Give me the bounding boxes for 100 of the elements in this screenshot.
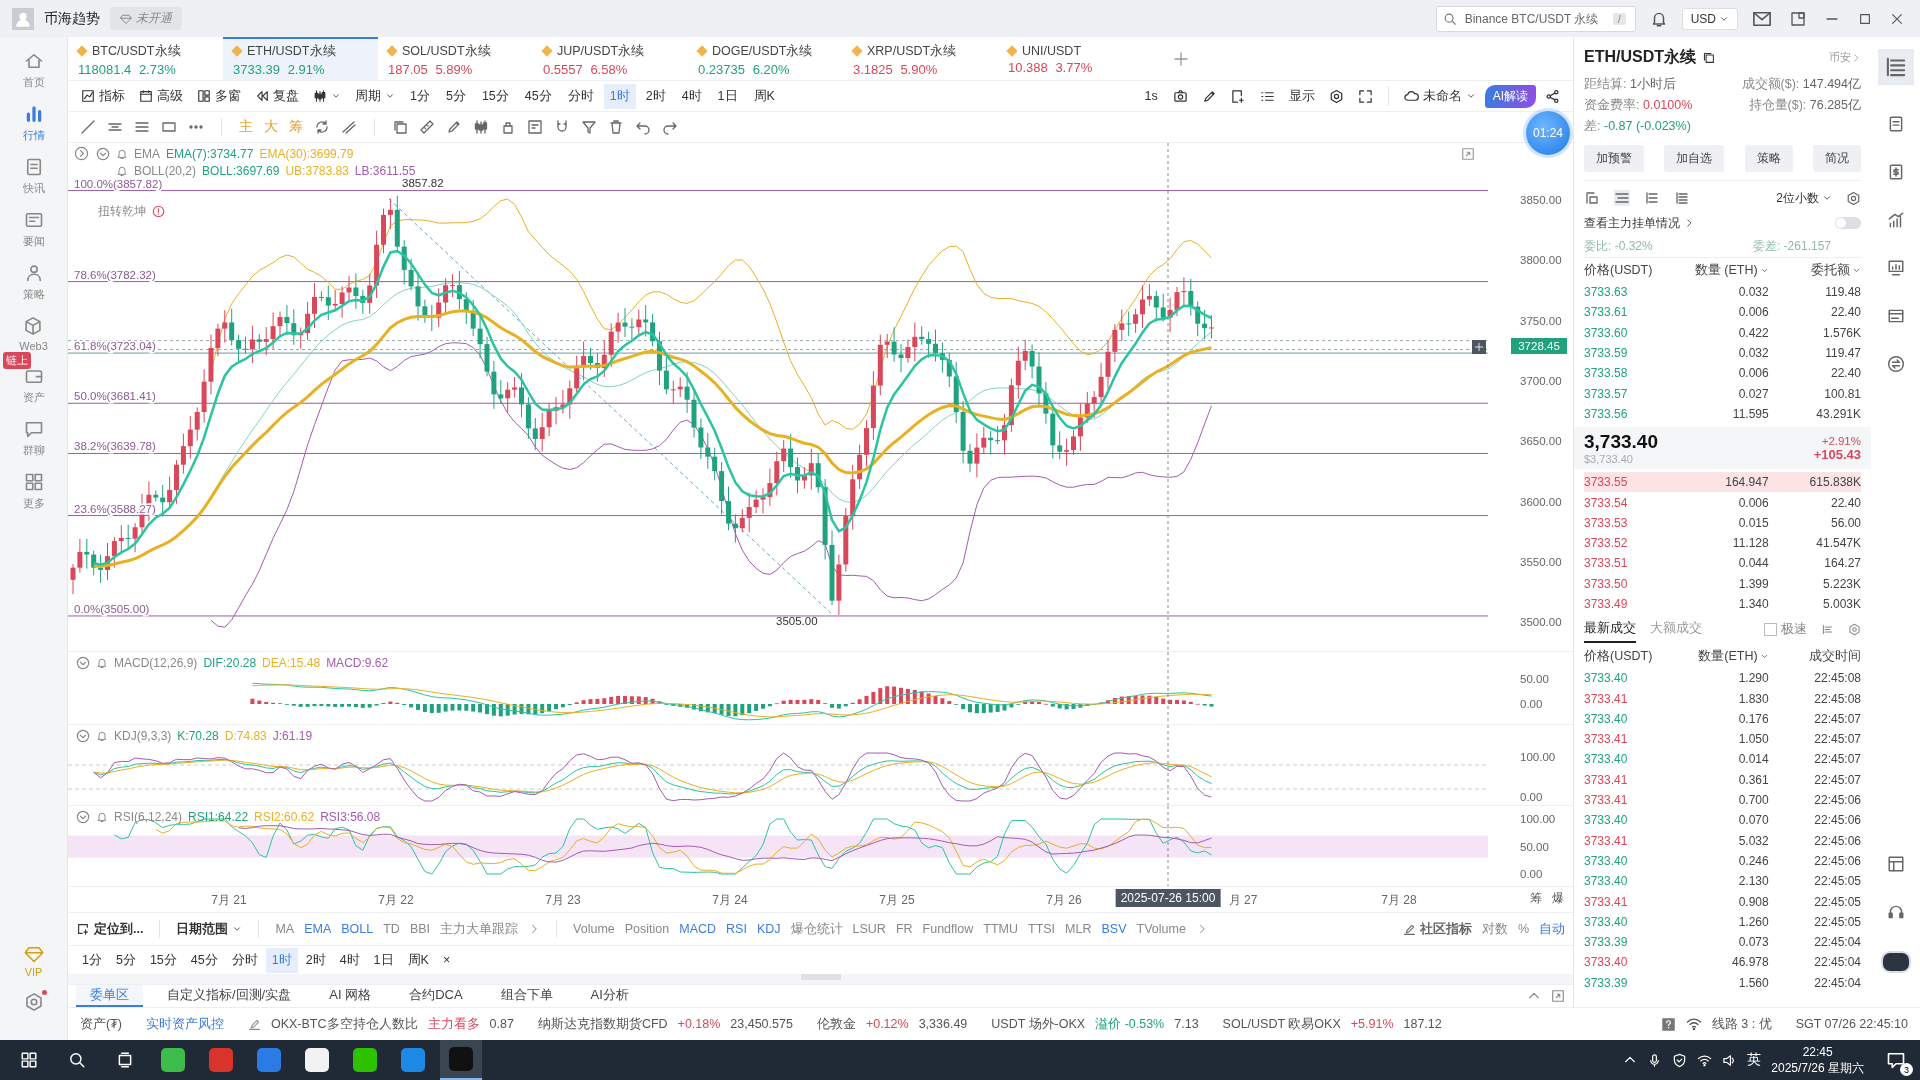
locate-button[interactable]: 定位到... xyxy=(76,920,144,938)
period-tab[interactable]: 周K xyxy=(747,83,781,109)
sub-indicator-toggle[interactable]: MACD xyxy=(679,922,717,936)
period-tab[interactable]: 2时 xyxy=(299,947,332,973)
period-tab[interactable]: 1分 xyxy=(76,947,108,973)
bid-row[interactable]: 3733.52 11.128 41.547K xyxy=(1584,532,1861,554)
action-button[interactable]: 简况 xyxy=(1813,145,1861,172)
strategy-label[interactable]: 扭转乾坤 xyxy=(98,203,146,220)
axis-tool[interactable]: 筹 xyxy=(1530,890,1542,907)
period-tab[interactable]: 45分 xyxy=(518,83,558,109)
sidebar-item[interactable]: 群聊 xyxy=(22,419,45,458)
trash-icon[interactable] xyxy=(608,119,624,135)
task-view-icon[interactable] xyxy=(116,1051,134,1069)
sub-indicator-toggle[interactable]: TTMU xyxy=(983,922,1018,936)
close-button[interactable]: × xyxy=(436,949,457,971)
ai-button[interactable]: AI解读 xyxy=(1484,84,1536,108)
monitor-chart-icon[interactable] xyxy=(1887,259,1905,277)
bids-view-icon[interactable] xyxy=(1644,190,1660,206)
split-view-icon[interactable] xyxy=(1584,190,1600,206)
document-icon[interactable] xyxy=(1887,115,1905,133)
period-tab[interactable]: 4时 xyxy=(675,83,708,109)
date-range-dropdown[interactable]: 日期范围 xyxy=(176,920,243,938)
sub-indicator-toggle[interactable]: TTSI xyxy=(1028,922,1056,936)
main-indicator-toggle[interactable]: BOLL xyxy=(341,922,374,936)
shield-icon[interactable] xyxy=(1672,1052,1688,1068)
sub-indicator-toggle[interactable]: FR xyxy=(895,922,913,936)
ticker-tab[interactable]: DOGE/USDT永续 0.23735 6.20% xyxy=(688,37,843,80)
sort-icon[interactable] xyxy=(1821,622,1834,636)
layout-icon[interactable] xyxy=(1887,855,1905,873)
growth-chart-icon[interactable] xyxy=(1887,211,1905,229)
lock-icon[interactable] xyxy=(500,119,516,135)
main-indicator-toggle[interactable]: EMA xyxy=(304,922,332,936)
collapse-legend-icon[interactable] xyxy=(76,810,90,824)
scale-toggle[interactable]: 自动 xyxy=(1539,920,1565,938)
sub-indicator-toggle[interactable]: KDJ xyxy=(756,922,781,936)
sub-indicator-toggle[interactable]: RSI xyxy=(726,922,747,936)
panel-tab[interactable]: 委单区 xyxy=(76,985,143,1007)
layout-dropdown[interactable]: 未命名 xyxy=(1398,84,1481,108)
sidebar-item[interactable]: 首页 xyxy=(22,51,45,90)
headset-icon[interactable] xyxy=(1887,903,1905,921)
camera-icon[interactable] xyxy=(1172,88,1188,104)
display-button[interactable]: 显示 xyxy=(1283,84,1320,108)
swap-icon[interactable] xyxy=(1887,355,1905,373)
expand-panel-icon[interactable] xyxy=(74,146,89,161)
period-tab[interactable]: 1分 xyxy=(404,83,436,109)
interval-button[interactable]: 1s xyxy=(1138,85,1164,107)
currency-dropdown[interactable]: USD xyxy=(1681,7,1738,30)
toolbar-button[interactable]: 复盘 xyxy=(250,84,304,108)
info-icon[interactable] xyxy=(152,205,165,218)
trend-line[interactable] xyxy=(388,198,834,616)
filter-icon[interactable] xyxy=(581,119,597,135)
sidebar-item[interactable]: 资产 xyxy=(22,366,45,405)
main-orders-link[interactable]: 查看主力挂单情况 xyxy=(1584,214,1680,232)
frame-plus-icon[interactable] xyxy=(1230,88,1246,104)
axis-tool[interactable]: 爆 xyxy=(1552,890,1564,907)
connection-line[interactable]: 线路 3 : 优 xyxy=(1711,1015,1772,1033)
period-tab[interactable]: 分时 xyxy=(561,83,600,109)
line-tool-icon[interactable] xyxy=(80,119,96,135)
panel-icon[interactable] xyxy=(1790,10,1806,27)
bid-row[interactable]: 3733.51 0.044 164.27 xyxy=(1584,553,1861,574)
panel-tab[interactable]: 合约DCA xyxy=(395,985,477,1007)
panel-tab[interactable]: AI 网格 xyxy=(315,985,386,1007)
period-tab[interactable]: 分时 xyxy=(225,947,264,973)
sub-indicator-toggle[interactable]: MLR xyxy=(1065,922,1092,936)
resize-handle[interactable] xyxy=(800,974,841,980)
sub-indicator-toggle[interactable]: TVolume xyxy=(1136,922,1186,936)
community-indicators-button[interactable]: 社区指标 xyxy=(1402,920,1472,938)
sub-indicator-toggle[interactable]: LSUR xyxy=(852,922,886,936)
ticker-tab[interactable]: ETH/USDT永续 3733.39 2.91% xyxy=(223,37,378,80)
copy-icon[interactable] xyxy=(1702,51,1715,64)
magnet-icon[interactable] xyxy=(554,119,570,135)
period-tab[interactable]: 5分 xyxy=(109,947,142,973)
sub-indicator-toggle[interactable]: Position xyxy=(624,922,670,936)
ruler-icon[interactable] xyxy=(419,119,435,135)
bid-row[interactable]: 3733.54 0.006 22.40 xyxy=(1584,492,1861,513)
sidebar-item[interactable]: 要闻 xyxy=(22,210,45,249)
dollar-document-icon[interactable] xyxy=(1887,163,1905,181)
period-tab[interactable]: 1日 xyxy=(711,83,744,109)
alert-bell-icon[interactable] xyxy=(116,165,128,177)
main-indicator-toggle[interactable]: TD xyxy=(383,922,400,936)
toolbar-button[interactable]: 多窗 xyxy=(192,84,246,108)
period-tab[interactable]: 周K xyxy=(401,947,435,973)
period-tab[interactable]: 4时 xyxy=(333,947,366,973)
crosshair-plus-button[interactable] xyxy=(1472,339,1486,354)
period-tab[interactable]: 5分 xyxy=(439,83,472,109)
toolbar-button[interactable]: 高级 xyxy=(134,84,188,108)
main-indicator-toggle[interactable]: MA xyxy=(275,922,295,936)
help-icon[interactable] xyxy=(1660,1016,1676,1032)
taskbar-clock[interactable]: 22:45 2025/7/26 星期六 xyxy=(1771,1043,1864,1077)
pencil-icon[interactable] xyxy=(446,119,462,135)
toolbar-button[interactable]: 指标 xyxy=(76,84,130,108)
edit-icon[interactable] xyxy=(247,1017,261,1031)
period-tab[interactable]: 15分 xyxy=(475,83,515,109)
windows-logo-icon[interactable] xyxy=(20,1051,38,1069)
ticker-tab[interactable]: XRP/USDT永续 3.1825 5.90% xyxy=(843,37,998,80)
sub-indicator-toggle[interactable]: BSV xyxy=(1101,922,1127,936)
period-tab[interactable]: 1时 xyxy=(603,83,636,109)
sub-indicator-toggle[interactable]: 爆仓统计 xyxy=(790,920,843,938)
alert-bell-icon[interactable] xyxy=(96,657,108,669)
fast-checkbox[interactable] xyxy=(1764,622,1777,636)
